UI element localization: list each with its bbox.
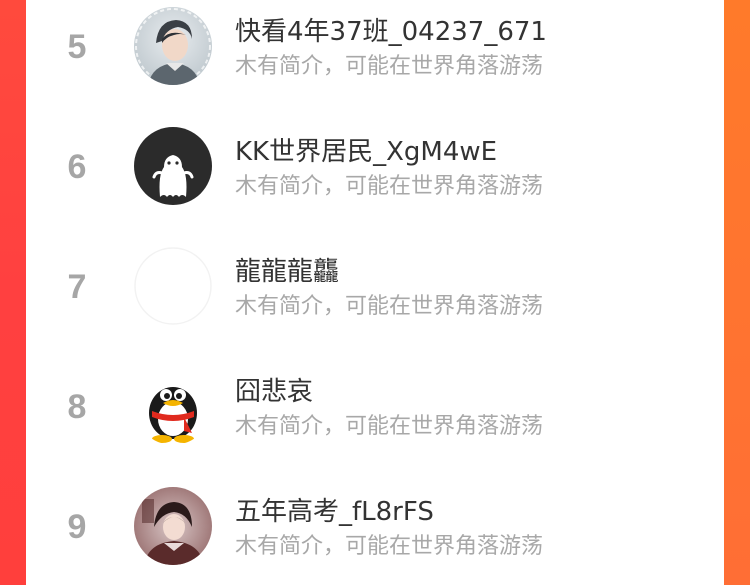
avatar[interactable]	[134, 7, 212, 85]
avatar[interactable]	[134, 247, 212, 325]
anime-avatar-icon	[134, 487, 212, 565]
user-name[interactable]: KK世界居民_XgM4wE	[235, 131, 497, 168]
right-gradient-edge	[720, 0, 750, 585]
avatar[interactable]	[134, 367, 212, 445]
user-bio: 木有简介，可能在世界角落游荡	[235, 54, 544, 79]
user-bio: 木有简介，可能在世界角落游荡	[235, 294, 544, 319]
user-name[interactable]: 五年高考_fL8rFS	[235, 491, 434, 528]
user-name[interactable]: 囧悲哀	[235, 371, 313, 408]
penguin-avatar-icon	[134, 367, 212, 445]
avatar[interactable]	[134, 127, 212, 205]
user-bio: 木有简介，可能在世界角落游荡	[235, 414, 544, 439]
rank-number: 6	[67, 148, 87, 186]
user-name[interactable]: 龍龍龍龘	[235, 251, 339, 288]
rank-number: 8	[67, 388, 87, 426]
avatar[interactable]	[134, 487, 212, 565]
user-name[interactable]: 快看4年37班_04237_671	[235, 11, 547, 48]
rank-number: 5	[67, 28, 87, 66]
rank-number: 9	[67, 508, 87, 546]
user-bio: 木有简介，可能在世界角落游荡	[235, 534, 544, 559]
blank-avatar-icon	[134, 247, 212, 325]
list-item[interactable]: 6 KK世界居民_XgM4wE 木有简介，可能在世界角落游荡	[26, 120, 724, 240]
list-item[interactable]: 7 龍龍龍龘 木有简介，可能在世界角落游荡	[26, 240, 724, 360]
photo-avatar-icon	[134, 7, 212, 85]
list-item[interactable]: 5 快看4年37班_04237_671 木有简介，可能在世界角落游荡	[26, 0, 724, 120]
ranking-list: 5 快看4年37班_04237_671 木有简介，可能在世界角落游荡 6 KK世…	[26, 0, 724, 585]
rank-number: 7	[67, 268, 87, 306]
list-item[interactable]: 8 囧悲哀 木有简介，可能在世界角落游荡	[26, 360, 724, 480]
list-item[interactable]: 9 五年高考_fL8rFS 木有简介，可能在世界角落游荡	[26, 480, 724, 585]
user-bio: 木有简介，可能在世界角落游荡	[235, 174, 544, 199]
ghost-avatar-icon	[134, 127, 212, 205]
